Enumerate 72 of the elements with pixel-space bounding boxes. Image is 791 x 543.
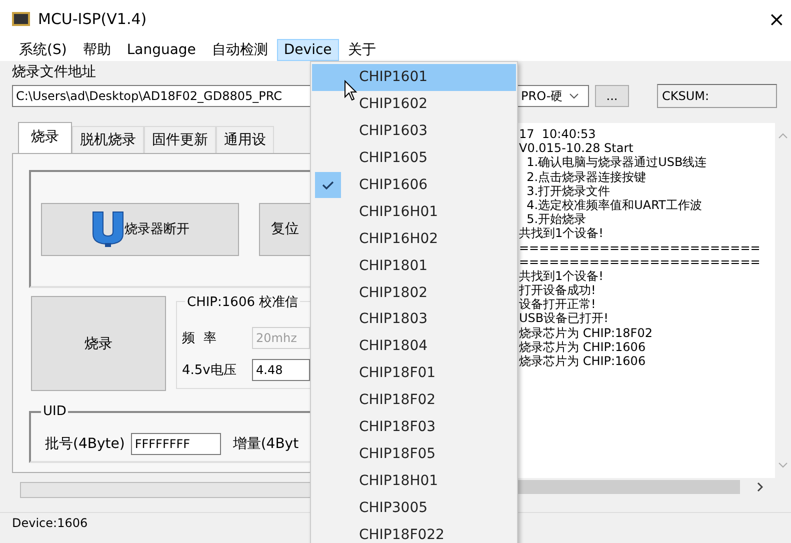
log-line: ======================== — [519, 254, 760, 269]
usb-icon — [90, 210, 124, 248]
log-line: 1.确认电脑与烧录器通过USB线连 — [526, 155, 707, 170]
tab[interactable]: 通用设 — [216, 126, 274, 153]
log-line: V0.015-10.28 Start — [519, 141, 634, 156]
menu-item[interactable]: Device — [276, 38, 339, 60]
menu-item[interactable]: CHIP1606 — [312, 172, 516, 198]
menu-item[interactable]: CHIP1804 — [312, 332, 516, 360]
menu-item[interactable]: CHIP1602 — [312, 90, 516, 118]
dropdown[interactable]: PRO-硬 — [517, 85, 589, 107]
checksum-field: CKSUM: — [657, 84, 777, 108]
input-field[interactable]: FFFFFFFF — [130, 433, 221, 455]
scrollbar-thumb[interactable] — [517, 480, 740, 494]
log-line: 2.点击烧录器连接按键 — [526, 170, 646, 184]
field-label: 烧录文件地址 — [12, 63, 96, 82]
menu-item[interactable]: Language — [120, 38, 203, 60]
log-line: 打开设备成功! — [519, 283, 596, 298]
menu-item[interactable]: CHIP18F02 — [312, 386, 516, 414]
chevron-down-icon — [778, 462, 788, 468]
window-title: MCU-ISP(V1.4) — [38, 10, 147, 28]
field-label: 频 率 — [182, 330, 218, 347]
log-line: 3.打开烧录文件 — [526, 184, 610, 198]
disconnect-button[interactable]: 烧录器断开 — [41, 202, 239, 256]
input-field[interactable]: 4.48 — [252, 359, 310, 381]
menu-item[interactable]: CHIP18F05 — [312, 440, 516, 468]
field-label: 4.5v电压 — [182, 362, 238, 379]
menu-item[interactable]: 帮助 — [76, 38, 118, 62]
log-line: 烧录芯片为 CHIP:18F02 — [519, 326, 652, 340]
chevron-right-icon — [757, 482, 763, 492]
log-line: ======================== — [519, 240, 760, 254]
menu-item[interactable]: CHIP16H01 — [312, 198, 516, 226]
menu-item[interactable]: CHIP18F03 — [312, 414, 516, 440]
menu-item[interactable]: CHIP16H02 — [312, 225, 516, 252]
burn-button[interactable]: 烧录 — [31, 296, 166, 391]
menu-item[interactable]: CHIP1605 — [312, 144, 516, 172]
menu-item[interactable]: CHIP18F022 — [312, 521, 516, 543]
menu-item[interactable]: CHIP18F01 — [312, 360, 516, 387]
chip-icon — [12, 12, 30, 26]
menu-item[interactable]: CHIP1801 — [312, 252, 516, 280]
log-line: 4.选定校准频率值和UART工作波 — [526, 198, 702, 212]
tab[interactable]: 脱机烧录 — [72, 126, 144, 153]
menu-item[interactable]: CHIP1601 — [312, 64, 516, 91]
chevron-up-icon — [778, 133, 788, 139]
chevron-down-icon — [568, 93, 579, 99]
log-line: 烧录芯片为 CHIP:1606 — [519, 340, 646, 354]
log-line: 共找到1个设备! — [519, 226, 604, 240]
cursor-icon — [344, 80, 358, 102]
menu-item[interactable]: CHIP1803 — [312, 306, 516, 333]
log-line: 共找到1个设备! — [519, 268, 604, 283]
field-label: 批号(4Byte) — [45, 435, 125, 453]
horizontal-scrollbar[interactable] — [517, 478, 791, 495]
browse-button[interactable]: ... — [595, 85, 629, 107]
status-text: Device:1606 — [12, 516, 88, 530]
close-button[interactable]: × — [768, 7, 785, 31]
tab[interactable]: 固件更新 — [144, 126, 216, 153]
menu-item[interactable]: CHIP3005 — [312, 494, 516, 522]
log-line: 17 10:40:53 — [519, 127, 596, 141]
menu-item[interactable]: 自动检测 — [204, 38, 275, 62]
reset-button[interactable]: 复位 — [259, 202, 311, 256]
menu-item[interactable]: CHIP18H01 — [312, 467, 516, 494]
log-line: 烧录芯片为 CHIP:1606 — [519, 354, 646, 368]
log-line: 5.开始烧录 — [526, 212, 586, 226]
menu-item[interactable]: 系统(S) — [12, 38, 74, 62]
menu-item[interactable]: CHIP1603 — [312, 118, 516, 145]
log-line: USB设备已打开! — [519, 311, 608, 326]
menu-item[interactable]: 关于 — [340, 38, 383, 62]
menu-item[interactable]: CHIP1802 — [312, 279, 516, 306]
path-field[interactable]: C:\Users\ad\Desktop\AD18F02_GD8805_PRC — [12, 85, 312, 107]
field-label: 增量(4Byt — [232, 435, 299, 453]
log-line: 设备打开正常! — [519, 297, 596, 312]
group-legend: CHIP:1606 校准信 — [185, 293, 300, 311]
tab[interactable]: 烧录 — [18, 122, 72, 153]
